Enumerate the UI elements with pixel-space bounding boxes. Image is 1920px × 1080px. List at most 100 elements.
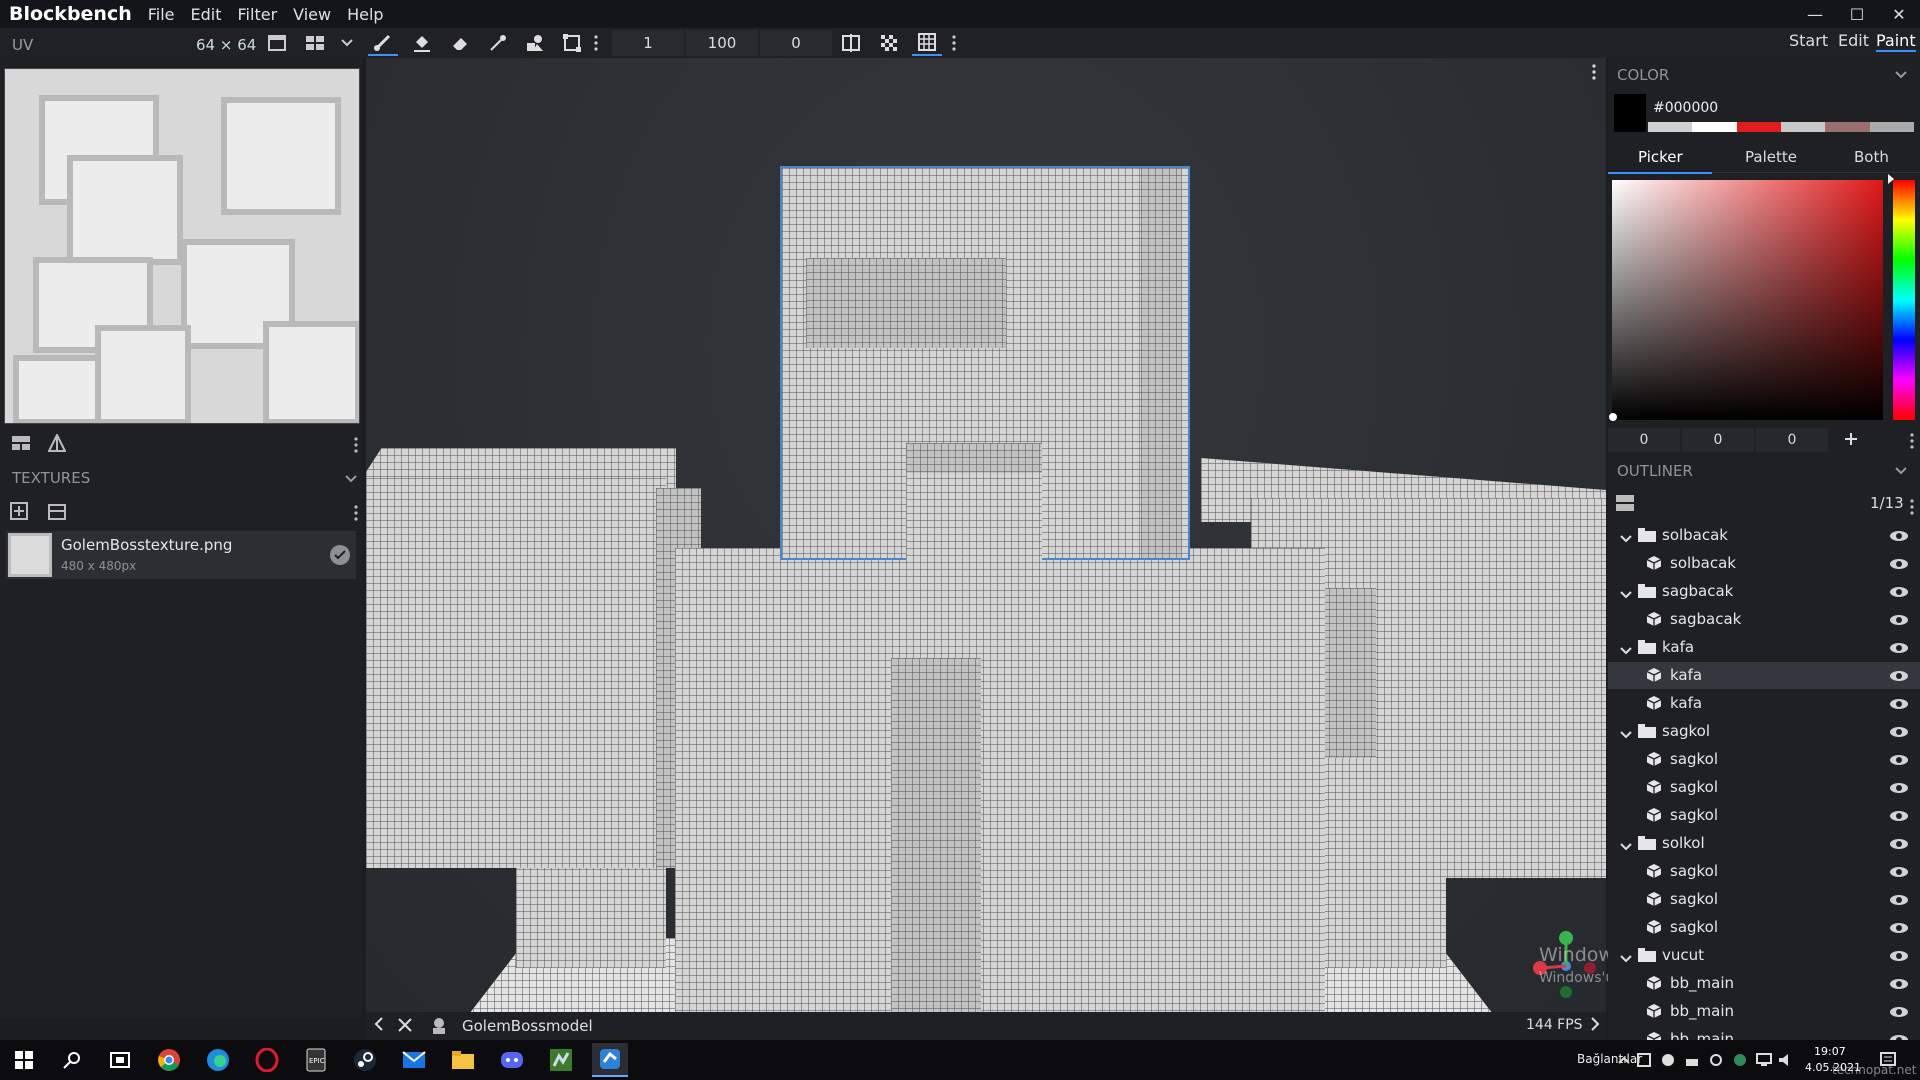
outliner-group-row[interactable]: vucut [1608, 942, 1920, 969]
visibility-eye-icon[interactable] [1890, 1007, 1908, 1017]
blue-value-field[interactable]: 0 [1756, 428, 1828, 452]
palette-swatch[interactable] [1692, 122, 1737, 132]
mode-start[interactable]: Start [1789, 31, 1828, 50]
more-options-icon[interactable] [946, 30, 962, 56]
more-options-icon[interactable] [348, 500, 364, 526]
minimize-icon[interactable]: — [1794, 0, 1836, 28]
mode-edit[interactable]: Edit [1838, 31, 1869, 50]
eraser-tool-icon[interactable] [445, 30, 475, 56]
epic-games-icon[interactable]: EPIC [302, 1046, 330, 1074]
menu-view[interactable]: View [285, 5, 339, 24]
file-explorer-icon[interactable] [449, 1046, 477, 1074]
hue-slider[interactable] [1893, 180, 1915, 420]
tab-picker[interactable]: Picker [1638, 148, 1683, 166]
chevron-down-icon[interactable] [1620, 531, 1632, 547]
menu-file[interactable]: File [140, 5, 183, 24]
outliner-group-row[interactable]: solkol [1608, 830, 1920, 857]
uv-grid-icon[interactable] [300, 30, 330, 56]
chevron-down-icon[interactable] [1886, 62, 1916, 88]
visibility-eye-icon[interactable] [1890, 615, 1908, 625]
saturation-value-picker[interactable] [1612, 180, 1883, 420]
steam-icon[interactable] [351, 1046, 379, 1074]
discord-icon[interactable] [498, 1046, 526, 1074]
outliner-cube-row[interactable]: kafa [1608, 690, 1920, 717]
menu-filter[interactable]: Filter [230, 5, 286, 24]
maximize-icon[interactable]: ☐ [1836, 0, 1878, 28]
pixel-grid-icon[interactable] [912, 30, 942, 56]
recent-colors-strip[interactable] [1648, 122, 1914, 132]
visibility-eye-icon[interactable] [1890, 783, 1908, 793]
uv-view-icon[interactable] [262, 30, 292, 56]
chevron-down-icon[interactable] [1620, 951, 1632, 967]
outliner-group-row[interactable]: sagkol [1608, 718, 1920, 745]
import-texture-icon[interactable] [42, 498, 72, 524]
texture-item[interactable]: GolemBosstexture.png 480 x 480px [6, 531, 356, 579]
visibility-eye-icon[interactable] [1890, 671, 1908, 681]
notification-icon[interactable] [1874, 1046, 1902, 1074]
transform-tool-icon[interactable] [557, 30, 587, 56]
outliner-cube-row[interactable]: sagbacak [1608, 606, 1920, 633]
chrome-icon[interactable] [155, 1046, 183, 1074]
palette-swatch[interactable] [1869, 122, 1914, 132]
palette-swatch[interactable] [1736, 122, 1781, 132]
chevron-down-icon[interactable] [1620, 727, 1632, 743]
more-options-icon[interactable] [1904, 428, 1920, 454]
more-options-icon[interactable] [588, 30, 604, 56]
more-options-icon[interactable] [1592, 64, 1598, 82]
green-value-field[interactable]: 0 [1682, 428, 1754, 452]
outliner-cube-row[interactable]: sagkol [1608, 914, 1920, 941]
outliner-group-row[interactable]: kafa [1608, 634, 1920, 661]
visibility-eye-icon[interactable] [1890, 643, 1908, 653]
more-options-icon[interactable] [348, 432, 364, 458]
brush-softness-field[interactable]: 0 [760, 30, 832, 56]
chevron-down-icon[interactable] [1620, 587, 1632, 603]
blockbench-icon[interactable] [592, 1043, 628, 1077]
chevron-left-icon[interactable] [374, 1017, 384, 1035]
outliner-group-row[interactable]: sagbacak [1608, 578, 1920, 605]
palette-swatch[interactable] [1648, 122, 1693, 132]
palette-swatch[interactable] [1825, 122, 1870, 132]
close-icon[interactable]: ✕ [1878, 0, 1920, 28]
task-view-icon[interactable] [106, 1046, 134, 1074]
outliner-group-row[interactable]: solbacak [1608, 522, 1920, 549]
add-color-icon[interactable] [1836, 426, 1866, 452]
visibility-eye-icon[interactable] [1890, 923, 1908, 933]
visibility-eye-icon[interactable] [1890, 811, 1908, 821]
visibility-eye-icon[interactable] [1890, 727, 1908, 737]
chevron-down-icon[interactable] [336, 466, 366, 492]
visibility-eye-icon[interactable] [1890, 587, 1908, 597]
outliner-cube-row[interactable]: sagkol [1608, 774, 1920, 801]
edge-icon[interactable] [204, 1046, 232, 1074]
outliner-cube-row[interactable]: kafa [1608, 662, 1920, 689]
color-picker-tool-icon[interactable] [483, 30, 513, 56]
visibility-eye-icon[interactable] [1890, 755, 1908, 765]
fill-tool-icon[interactable] [407, 30, 437, 56]
shape-tool-icon[interactable] [520, 30, 550, 56]
current-color-swatch[interactable] [1614, 94, 1646, 132]
3d-viewport[interactable] [366, 58, 1606, 1018]
palette-swatch[interactable] [1780, 122, 1826, 132]
visibility-eye-icon[interactable] [1890, 699, 1908, 709]
chevron-down-icon[interactable] [1886, 458, 1916, 484]
checker-pattern-icon[interactable] [874, 30, 904, 56]
volume-icon[interactable] [1772, 1046, 1800, 1074]
red-value-field[interactable]: 0 [1608, 428, 1680, 452]
brush-tool-icon[interactable] [368, 30, 398, 56]
picker-cursor[interactable] [1609, 413, 1617, 421]
tab-both[interactable]: Both [1854, 148, 1889, 166]
search-icon[interactable] [58, 1046, 86, 1074]
visibility-eye-icon[interactable] [1890, 867, 1908, 877]
brush-opacity-field[interactable]: 100 [686, 30, 758, 56]
add-texture-icon[interactable] [4, 498, 34, 524]
uv-editor[interactable] [4, 68, 360, 424]
mirror-painting-icon[interactable] [836, 30, 866, 56]
add-group-icon[interactable] [1610, 490, 1640, 516]
chevron-down-icon[interactable] [1620, 839, 1632, 855]
chevron-right-icon[interactable] [1590, 1017, 1600, 1035]
visibility-eye-icon[interactable] [1890, 979, 1908, 989]
triangle-icon[interactable] [42, 430, 72, 456]
chevron-down-icon[interactable] [1620, 643, 1632, 659]
brush-size-field[interactable]: 1 [612, 30, 684, 56]
visibility-eye-icon[interactable] [1890, 559, 1908, 569]
chevron-down-icon[interactable] [332, 30, 362, 56]
